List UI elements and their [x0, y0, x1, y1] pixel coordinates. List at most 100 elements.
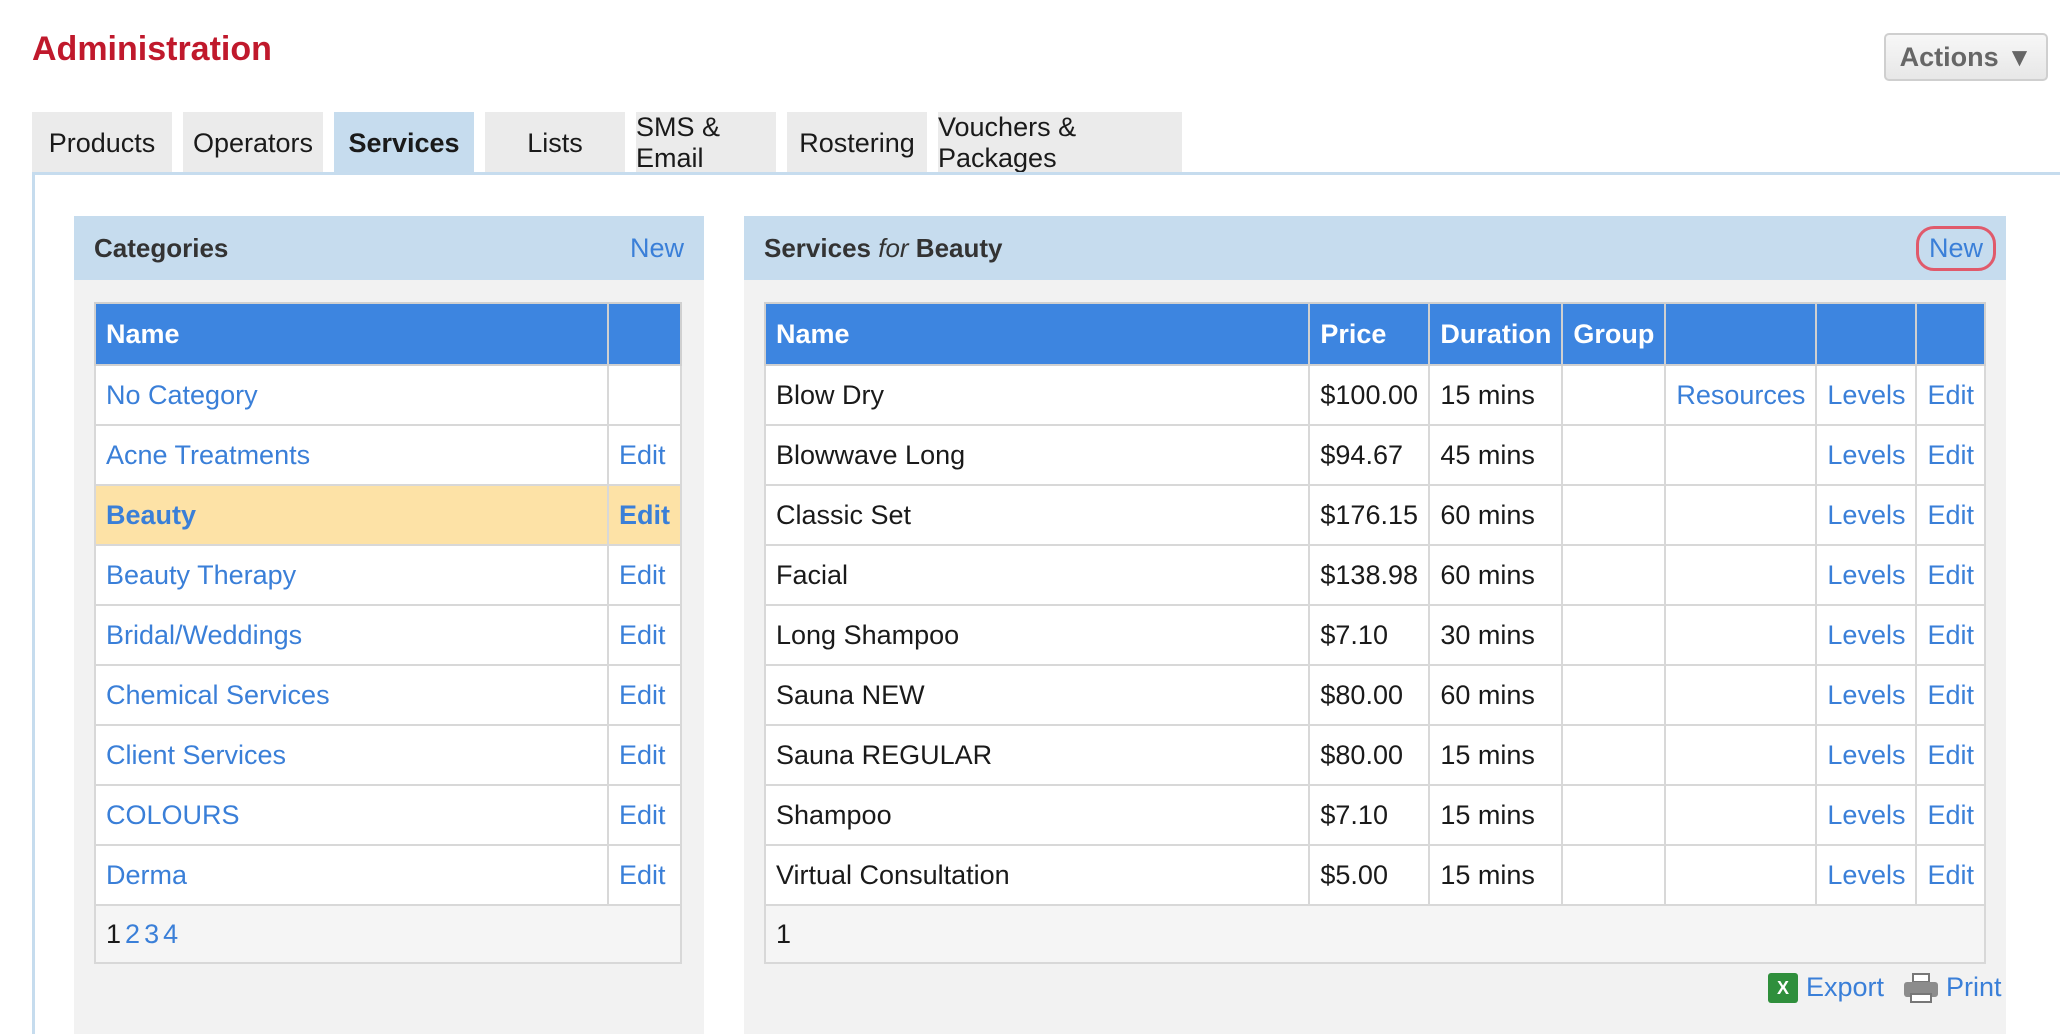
new-category-link[interactable]: New [630, 233, 684, 264]
service-duration: 15 mins [1428, 364, 1564, 426]
category-edit-link[interactable]: Edit [607, 604, 682, 666]
print-button[interactable]: Print [1904, 972, 2002, 1003]
page-title: Administration [32, 30, 272, 68]
services-title-category: Beauty [915, 232, 1003, 263]
category-edit-link[interactable]: Edit [607, 724, 682, 786]
column-header-group[interactable]: Group [1561, 302, 1667, 366]
service-levels-link[interactable]: Levels [1815, 544, 1918, 606]
service-levels-link[interactable]: Levels [1815, 784, 1918, 846]
table-row[interactable]: Virtual Consultation $5.00 15 mins Level… [763, 844, 1986, 906]
service-name: Long Shampoo [763, 604, 1311, 666]
admin-tabs: Products Operators Services Lists SMS & … [32, 112, 1182, 174]
category-name-link[interactable]: No Category [94, 364, 609, 426]
tab-services[interactable]: Services [334, 112, 474, 174]
service-levels-link[interactable]: Levels [1815, 364, 1918, 426]
pager-row: 1 [764, 904, 1986, 964]
administration-page: Administration Actions ▼ Products Operat… [0, 0, 2060, 1034]
service-price: $100.00 [1308, 364, 1431, 426]
category-edit-link[interactable]: Edit [607, 664, 682, 726]
table-row[interactable]: No Category [94, 364, 682, 426]
service-edit-link[interactable]: Edit [1915, 364, 1986, 426]
column-header-resources [1664, 302, 1818, 366]
service-name: Sauna NEW [763, 664, 1311, 726]
table-row[interactable]: Sauna REGULAR $80.00 15 mins Levels Edit [763, 724, 1986, 786]
category-edit-link[interactable]: Edit [607, 544, 682, 606]
new-service-link[interactable]: New [1915, 225, 1996, 271]
category-name-link[interactable]: Acne Treatments [94, 424, 609, 486]
table-row[interactable]: COLOURS Edit [94, 784, 682, 846]
table-row[interactable]: Acne Treatments Edit [94, 424, 682, 486]
service-edit-link[interactable]: Edit [1915, 844, 1986, 906]
service-edit-link[interactable]: Edit [1915, 544, 1986, 606]
service-levels-link[interactable]: Levels [1815, 484, 1918, 546]
table-row[interactable]: Chemical Services Edit [94, 664, 682, 726]
service-group [1561, 784, 1667, 846]
category-edit-link[interactable]: Edit [607, 424, 682, 486]
category-name-link[interactable]: Client Services [94, 724, 609, 786]
service-price: $176.15 [1308, 484, 1431, 546]
service-edit-link[interactable]: Edit [1915, 604, 1986, 666]
page-link-2[interactable]: 2 [125, 919, 140, 949]
table-row-selected[interactable]: Beauty Edit [94, 484, 682, 546]
column-header-duration[interactable]: Duration [1428, 302, 1564, 366]
category-edit-link[interactable]: Edit [607, 844, 682, 906]
tab-rostering[interactable]: Rostering [787, 112, 927, 174]
service-edit-link[interactable]: Edit [1915, 724, 1986, 786]
service-group [1561, 604, 1667, 666]
service-duration: 60 mins [1428, 484, 1564, 546]
column-header-name[interactable]: Name [94, 302, 609, 366]
tab-vouchers-packages[interactable]: Vouchers & Packages [938, 112, 1182, 174]
table-row[interactable]: Derma Edit [94, 844, 682, 906]
category-edit-link[interactable]: Edit [607, 484, 682, 546]
table-row[interactable]: Sauna NEW $80.00 60 mins Levels Edit [763, 664, 1986, 726]
table-row[interactable]: Facial $138.98 60 mins Levels Edit [763, 544, 1986, 606]
category-edit-link [607, 364, 682, 426]
service-levels-link[interactable]: Levels [1815, 724, 1918, 786]
tab-operators[interactable]: Operators [183, 112, 323, 174]
service-resources-link [1664, 664, 1818, 726]
service-levels-link[interactable]: Levels [1815, 664, 1918, 726]
service-price: $80.00 [1308, 724, 1431, 786]
column-header-edit [1915, 302, 1986, 366]
table-row[interactable]: Bridal/Weddings Edit [94, 604, 682, 666]
service-resources-link [1664, 784, 1818, 846]
service-levels-link[interactable]: Levels [1815, 844, 1918, 906]
table-row[interactable]: Blowwave Long $94.67 45 mins Levels Edit [763, 424, 1986, 486]
category-name-link[interactable]: Bridal/Weddings [94, 604, 609, 666]
table-row[interactable]: Shampoo $7.10 15 mins Levels Edit [763, 784, 1986, 846]
table-row[interactable]: Long Shampoo $7.10 30 mins Levels Edit [763, 604, 1986, 666]
service-price: $94.67 [1308, 424, 1431, 486]
service-edit-link[interactable]: Edit [1915, 424, 1986, 486]
category-name-link[interactable]: Beauty [94, 484, 609, 546]
tab-products[interactable]: Products [32, 112, 172, 174]
column-header-price[interactable]: Price [1308, 302, 1431, 366]
table-row[interactable]: Blow Dry $100.00 15 mins Resources Level… [763, 364, 1986, 426]
tab-sms-email[interactable]: SMS & Email [636, 112, 776, 174]
category-name-link[interactable]: Chemical Services [94, 664, 609, 726]
service-resources-link[interactable]: Resources [1664, 364, 1818, 426]
export-button[interactable]: X Export [1768, 972, 1884, 1003]
table-row[interactable]: Beauty Therapy Edit [94, 544, 682, 606]
service-price: $138.98 [1308, 544, 1431, 606]
page-link-1: 1 [776, 918, 792, 949]
category-name-link[interactable]: COLOURS [94, 784, 609, 846]
table-row[interactable]: Client Services Edit [94, 724, 682, 786]
service-edit-link[interactable]: Edit [1915, 664, 1986, 726]
table-row[interactable]: Classic Set $176.15 60 mins Levels Edit [763, 484, 1986, 546]
service-resources-link [1664, 424, 1818, 486]
column-header-name[interactable]: Name [763, 302, 1311, 366]
category-name-link[interactable]: Derma [94, 844, 609, 906]
page-link-3[interactable]: 3 [144, 919, 159, 949]
service-resources-link [1664, 604, 1818, 666]
category-name-link[interactable]: Beauty Therapy [94, 544, 609, 606]
service-levels-link[interactable]: Levels [1815, 604, 1918, 666]
service-price: $5.00 [1308, 844, 1431, 906]
service-edit-link[interactable]: Edit [1915, 484, 1986, 546]
actions-button[interactable]: Actions ▼ [1884, 33, 2048, 81]
printer-icon [1904, 972, 1939, 1003]
category-edit-link[interactable]: Edit [607, 784, 682, 846]
tab-lists[interactable]: Lists [485, 112, 625, 174]
service-edit-link[interactable]: Edit [1915, 784, 1986, 846]
service-levels-link[interactable]: Levels [1815, 424, 1918, 486]
page-link-4[interactable]: 4 [163, 919, 178, 949]
